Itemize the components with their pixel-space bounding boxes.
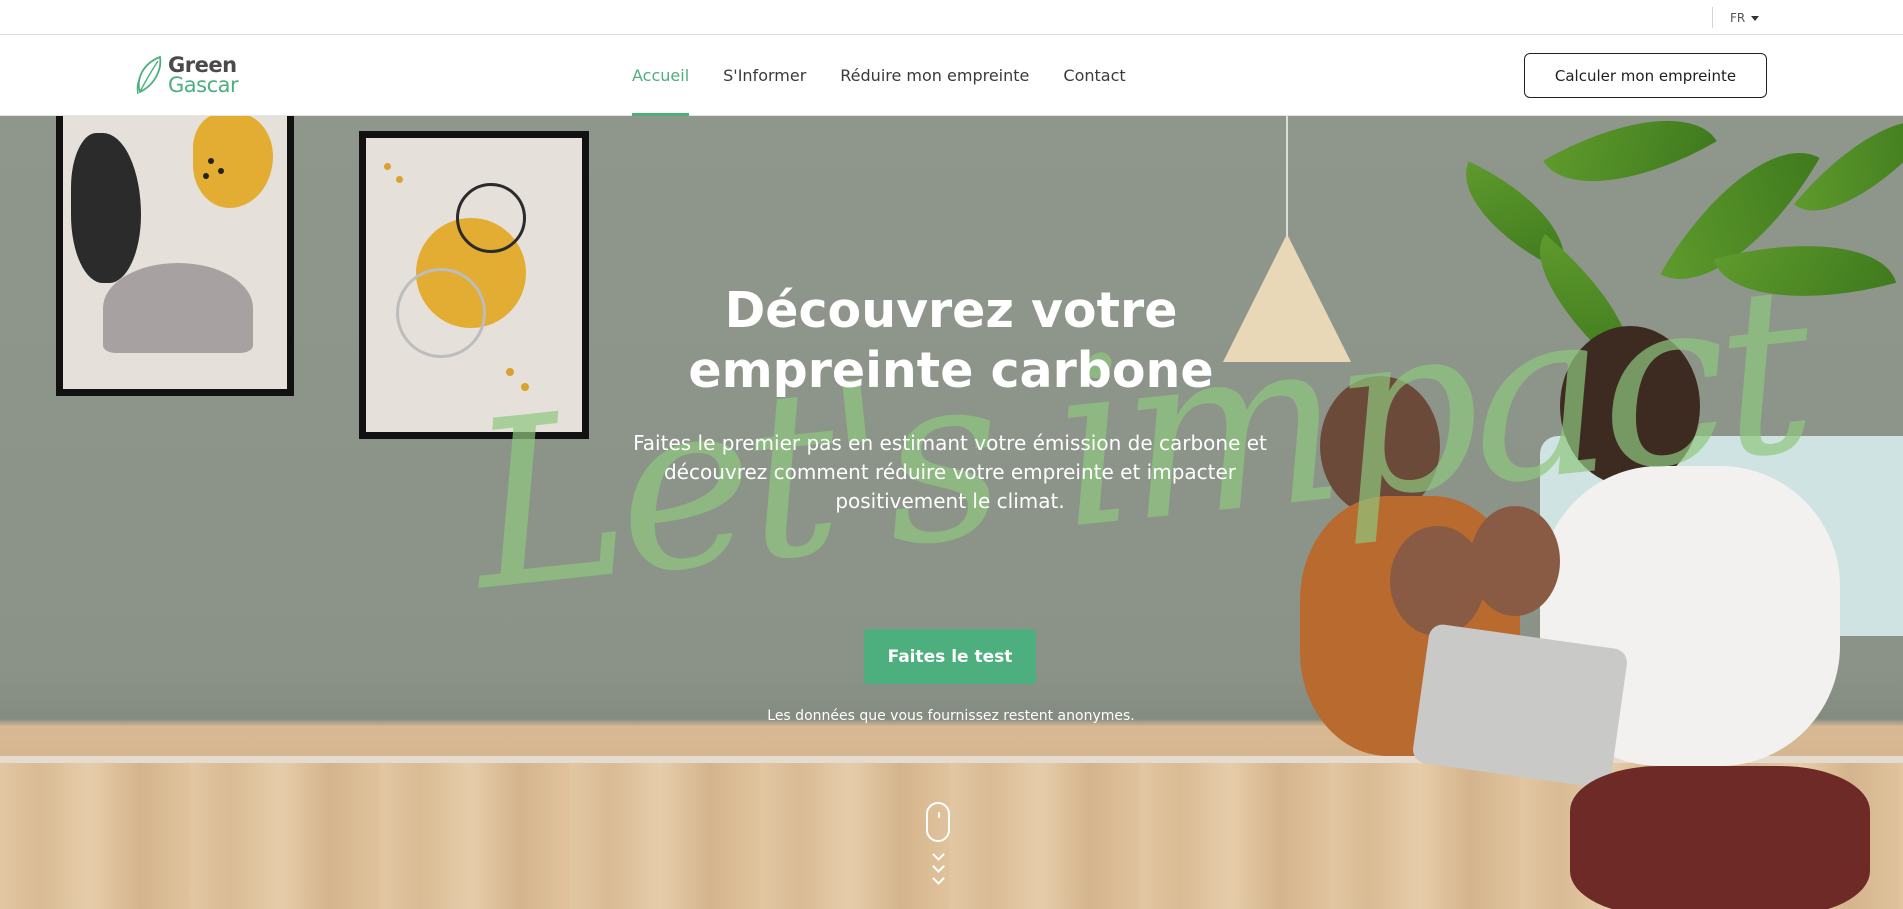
hero-artwork-left — [56, 116, 294, 396]
main-nav: Accueil S'Informer Réduire mon empreinte… — [632, 35, 1143, 116]
logo-line1: Green — [168, 53, 237, 77]
main-header: Green Gascar Accueil S'Informer Réduire … — [0, 35, 1903, 116]
pendant-lamp-cord — [1286, 116, 1288, 236]
take-test-button[interactable]: Faites le test — [864, 629, 1036, 684]
logo-line2: Gascar — [168, 73, 239, 97]
scroll-down-indicator[interactable] — [926, 802, 950, 892]
chevron-down-icon — [931, 872, 945, 885]
nav-item-sinformer[interactable]: S'Informer — [706, 35, 823, 116]
language-label: FR — [1730, 10, 1746, 25]
logo-wordmark: Green Gascar — [168, 53, 239, 97]
top-utility-bar: FR — [0, 0, 1903, 35]
nav-item-accueil[interactable]: Accueil — [632, 35, 706, 116]
site-logo[interactable]: Green Gascar — [134, 52, 239, 98]
leaf-icon — [136, 55, 162, 95]
hero-subtitle: Faites le premier pas en estimant votre … — [633, 431, 1267, 513]
caret-down-icon — [1751, 15, 1760, 21]
hero-section: Let's impact Découvrez votre empreinte c… — [0, 116, 1903, 909]
hero-title-line1: Découvrez votre — [724, 282, 1178, 339]
calculate-footprint-button[interactable]: Calculer mon empreinte — [1524, 53, 1767, 98]
nav-item-reduire[interactable]: Réduire mon empreinte — [823, 35, 1046, 116]
nav-item-contact[interactable]: Contact — [1046, 35, 1142, 116]
anonymity-note: Les données que vous fournissez restent … — [767, 708, 1135, 724]
mouse-scroll-icon — [926, 802, 950, 842]
hero-title-line2: empreinte carbone — [688, 342, 1214, 399]
language-selector[interactable]: FR — [1710, 0, 1760, 35]
hero-title: Découvrez votre empreinte carbone — [551, 281, 1351, 401]
